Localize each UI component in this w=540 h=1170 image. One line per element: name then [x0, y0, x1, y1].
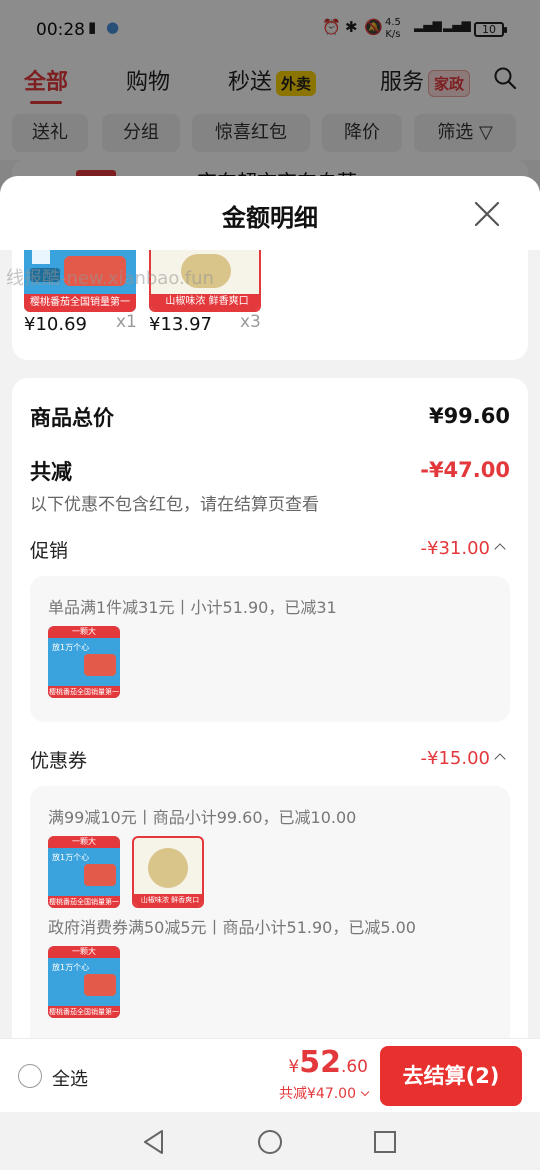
coupon-rule-2: 政府消费券满50减5元丨商品小计51.90，已减5.00	[48, 918, 416, 937]
recent-apps-icon[interactable]	[373, 1129, 397, 1155]
discount-note: 以下优惠不包含红包，请在结算页查看	[30, 495, 319, 515]
sheet-title: 金额明细	[222, 204, 318, 232]
pepper-food-graphic	[148, 848, 188, 888]
tomato-line: 放1万个心	[52, 643, 90, 652]
chevron-up-icon	[494, 753, 506, 765]
tomato-banner: 一颗大	[48, 836, 120, 848]
tomato-thumb-caption: 樱桃番茄全国销量第一	[48, 686, 120, 698]
tomato-fruit-graphic	[84, 974, 116, 996]
tomato-line: 放1万个心	[52, 963, 90, 972]
sheet-header: 金额明细	[0, 176, 540, 250]
pepper-thumb-caption: 山椒味浓 鲜香爽口	[134, 894, 202, 906]
total-int: 52	[299, 1045, 341, 1080]
promo-rule: 单品满1件减31元丨小计51.90，已减31	[48, 598, 337, 617]
tomato-thumb-caption: 樱桃番茄全国销量第一	[48, 896, 120, 908]
promo-tomato-thumb[interactable]: 一颗大 放1万个心 樱桃番茄全国销量第一	[48, 626, 120, 698]
product-price-2: ¥13.97	[149, 314, 212, 335]
watermark-text: 线报酷-new.xianbao.fun	[6, 268, 214, 289]
tomato-fruit-graphic	[84, 864, 116, 886]
tomato-banner: 一颗大	[48, 626, 120, 638]
close-icon[interactable]	[474, 201, 500, 227]
tomato-thumb-caption: 樱桃番茄全国销量第一	[48, 1006, 120, 1018]
chevron-up-icon	[494, 543, 506, 555]
tomato-caption: 樱桃番茄全国销量第一	[24, 294, 136, 312]
price-detail-card: 商品总价 ¥99.60 共减 -¥47.00 以下优惠不包含红包，请在结算页查看…	[12, 378, 528, 1086]
product-qty-1: x1	[116, 312, 137, 332]
tomato-fruit-graphic	[84, 654, 116, 676]
promo-detail-box: 单品满1件减31元丨小计51.90，已减31 一颗大 放1万个心 樱桃番茄全国销…	[30, 576, 510, 722]
total-label: 商品总价	[30, 406, 114, 430]
checkout-bar: 全选 ¥52.60 共减¥47.00 去结算(2)	[0, 1038, 540, 1112]
coupon-label: 优惠券	[30, 750, 88, 772]
total-dec: .60	[340, 1057, 368, 1077]
total-currency: ¥	[288, 1057, 300, 1077]
product-price-1: ¥10.69	[24, 314, 87, 335]
total-value: ¥99.60	[428, 404, 510, 428]
chevron-down-icon	[360, 1087, 370, 1097]
product-qty-2: x3	[240, 312, 261, 332]
pepper-caption: 山椒味浓 鲜香爽口	[151, 294, 259, 310]
discount-label: 共减	[30, 460, 72, 484]
tomato-line: 放1万个心	[52, 853, 90, 862]
select-all-radio[interactable]	[18, 1064, 42, 1088]
amount-detail-sheet: 金额明细 樱桃番茄全国销量第一 ¥10.69 x1 山椒味浓 鲜香爽口 ¥13.…	[0, 176, 540, 1170]
coupon-value: -¥15.00	[420, 748, 490, 769]
promo-toggle[interactable]: -¥31.00	[420, 538, 506, 559]
coupon-tomato-thumb-1[interactable]: 一颗大 放1万个心 樱桃番茄全国销量第一	[48, 836, 120, 908]
back-icon[interactable]	[142, 1129, 166, 1155]
tomato-box-graphic	[32, 250, 50, 264]
system-nav-bar	[0, 1112, 540, 1170]
saved-amount-toggle[interactable]: 共减¥47.00	[279, 1083, 370, 1103]
promo-value: -¥31.00	[420, 538, 490, 559]
saved-amount: 共减¥47.00	[279, 1086, 356, 1102]
select-all-label[interactable]: 全选	[52, 1065, 88, 1091]
promo-label: 促销	[30, 540, 69, 562]
coupon-pepper-thumb[interactable]: 山椒味浓 鲜香爽口	[132, 836, 204, 908]
checkout-button[interactable]: 去结算(2)	[380, 1046, 522, 1106]
tomato-banner: 一颗大	[48, 946, 120, 958]
coupon-rule-1: 满99减10元丨商品小计99.60，已减10.00	[48, 808, 357, 827]
total-price: ¥52.60	[288, 1045, 368, 1080]
discount-value: -¥47.00	[420, 458, 510, 482]
coupon-tomato-thumb-2[interactable]: 一颗大 放1万个心 樱桃番茄全国销量第一	[48, 946, 120, 1018]
home-icon[interactable]	[257, 1129, 283, 1155]
coupon-toggle[interactable]: -¥15.00	[420, 748, 506, 769]
